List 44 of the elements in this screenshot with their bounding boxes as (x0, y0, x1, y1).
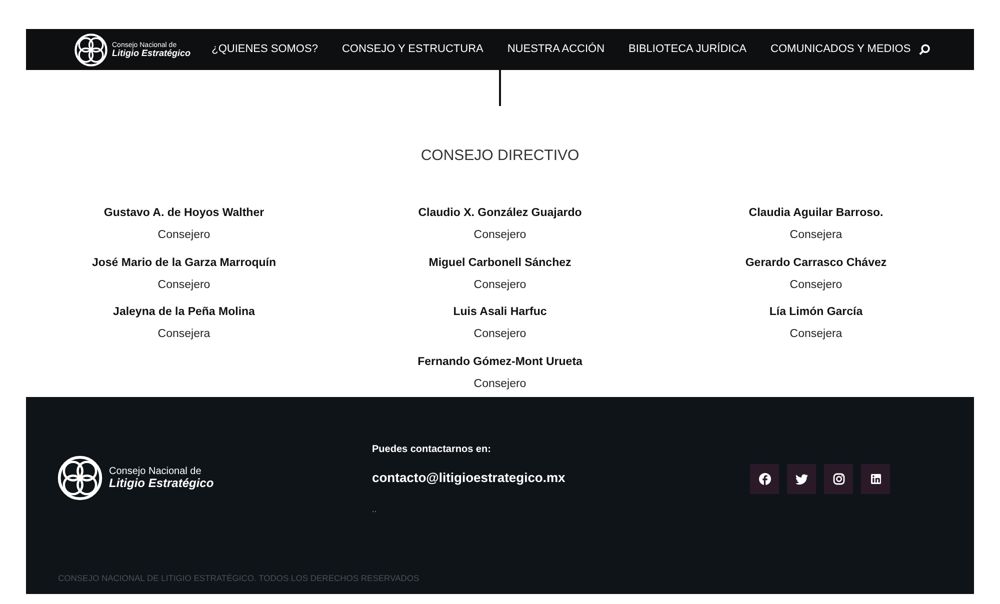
logo-title: Litigio Estratégico (112, 48, 191, 58)
logo-subtitle: Consejo Nacional de (109, 467, 202, 477)
member-role: Consejero (790, 278, 842, 293)
member-role: Consejera (790, 327, 842, 342)
member-name: Claudia Aguilar Barroso. (748, 206, 884, 221)
member-role: Consejera (790, 228, 842, 244)
social-button[interactable] (787, 464, 816, 494)
member-name: Gerardo Carrasco Chávez (745, 256, 887, 270)
nav-link[interactable]: NUESTRA ACCIÓN (507, 41, 605, 58)
member-name: Claudio X. González Guajardo (418, 206, 582, 221)
social-button[interactable] (824, 464, 853, 494)
contact-label: Puedes contactarnos en: (372, 443, 491, 457)
logo-title: Litigio Estratégico (109, 477, 214, 489)
member-role: Consejero (158, 228, 210, 244)
copyright-text: CONSEJO NACIONAL DE LITIGIO ESTRATÉGICO. TODOS LOS DERECHOS RESERVADOS (58, 573, 420, 583)
social-button[interactable] (861, 464, 890, 494)
logo-icon (57, 455, 103, 501)
email-link[interactable]: contacto@litigioestrategico.mx (372, 468, 566, 488)
camera-icon (832, 472, 846, 486)
logo-icon (74, 32, 108, 66)
square-in-icon (868, 472, 882, 486)
search-icon[interactable] (918, 43, 930, 56)
member-role: Consejero (474, 278, 526, 293)
social-button[interactable] (750, 464, 779, 494)
member-role: Consejero (158, 278, 210, 293)
member-role: Consejero (474, 376, 526, 392)
member-name: Fernando Gómez-Mont Urueta (418, 354, 582, 370)
circle-f-icon (758, 472, 772, 486)
nav-link[interactable]: COMUNICADOS Y MEDIOS (770, 41, 911, 58)
member-name: Jaleyna de la Peña Molina (113, 305, 255, 320)
member-name: Lía Limón García (769, 305, 863, 320)
member-name: Gustavo A. de Hoyos Walther (104, 206, 264, 221)
section-title: CONSEJO DIRECTIVO (420, 146, 580, 166)
member-role: Consejero (474, 228, 526, 244)
bird-icon (794, 472, 808, 486)
nav-link[interactable]: BIBLIOTECA JURÍDICA (628, 41, 747, 58)
nav-link[interactable]: CONSEJO Y ESTRUCTURA (342, 41, 484, 58)
nav-link[interactable]: ¿QUIENES SOMOS? (212, 41, 318, 58)
member-name: José Mario de la Garza Marroquín (92, 256, 276, 270)
footer-note: .. (372, 504, 376, 516)
member-role: Consejero (474, 327, 526, 342)
member-name: Luis Asali Harfuc (453, 305, 547, 320)
member-role: Consejera (158, 327, 210, 342)
member-name: Miguel Carbonell Sánchez (428, 256, 572, 270)
